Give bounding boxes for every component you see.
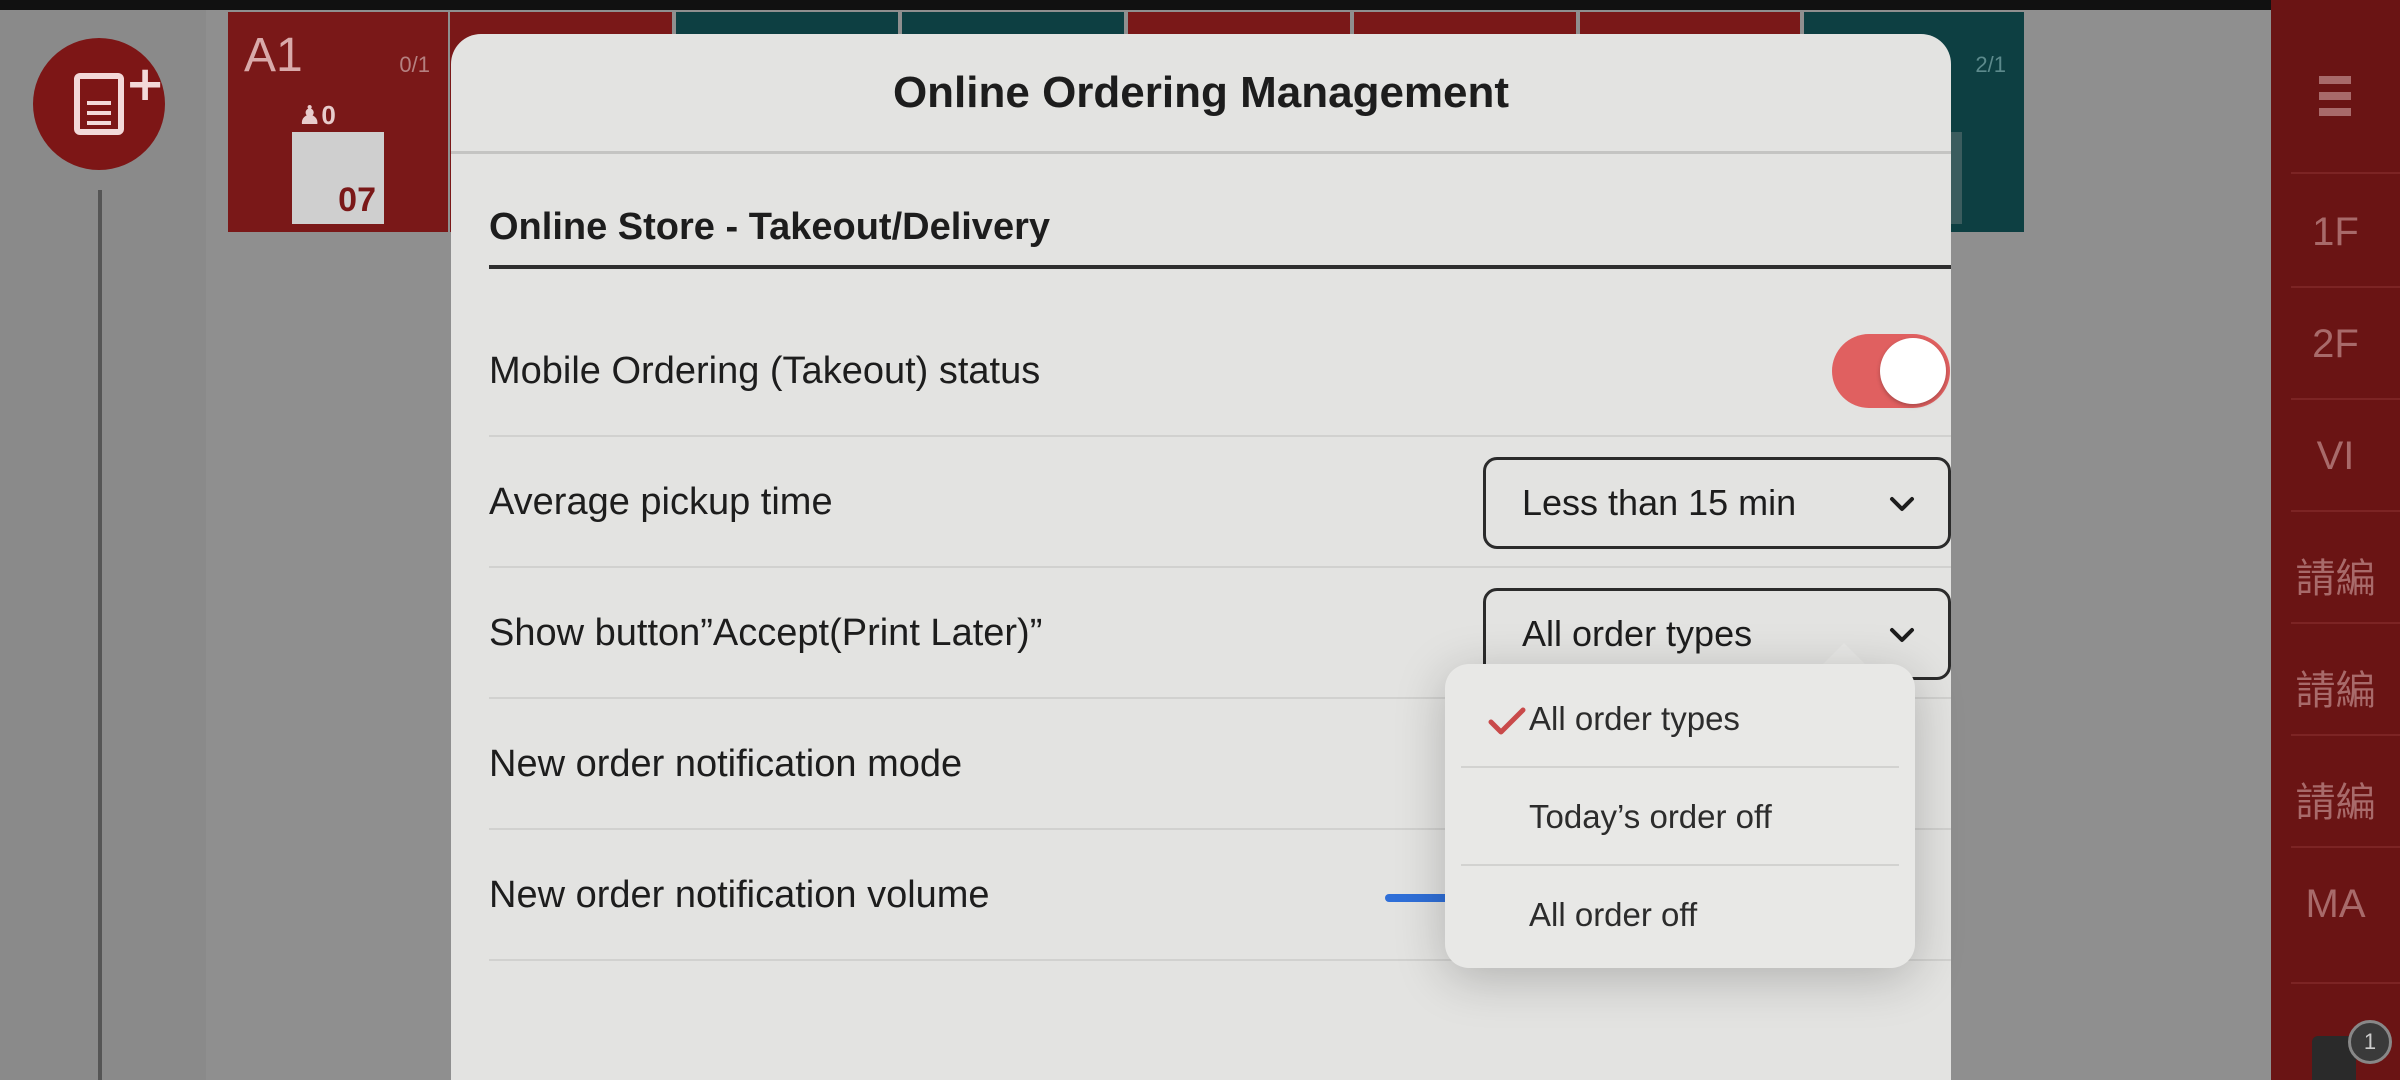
checkmark-icon [1488, 707, 1526, 735]
table-count: 0/1 [399, 52, 430, 77]
pickup-time-value: Less than 15 min [1522, 482, 1797, 523]
floor-tab[interactable]: 請編 [2271, 770, 2400, 828]
table-count: 2/1 [1975, 52, 2006, 77]
accept-print-later-label: Show button”Accept(Print Later)” [489, 612, 1043, 654]
section-title: Online Store - Takeout/Delivery [489, 206, 1051, 248]
chevron-down-icon [1890, 497, 1914, 511]
modal-header: Online Ordering Management [451, 34, 1951, 154]
left-panel-divider [98, 190, 102, 1080]
mobile-ordering-toggle[interactable] [1832, 334, 1950, 408]
order-type-popover: All order types Today’s order off All or… [1445, 664, 1915, 968]
popover-arrow [1822, 643, 1866, 665]
popover-option-all-order-types[interactable]: All order types [1461, 670, 1899, 768]
pickup-time-select[interactable]: Less than 15 min [1483, 457, 1951, 549]
mobile-ordering-label: Mobile Ordering (Takeout) status [489, 350, 1041, 392]
popover-option-label: Today’s order off [1529, 798, 1772, 835]
modal-title: Online Ordering Management [892, 67, 1510, 117]
popover-option-label: All order off [1529, 896, 1698, 933]
person-icon: ♟ [298, 100, 322, 130]
floor-tab[interactable]: 請編 [2271, 658, 2400, 716]
guest-count: ♟0 [298, 100, 336, 130]
table-name: A1 [244, 29, 303, 82]
table-tile-a1[interactable]: A1 0/1 ♟0 07 [228, 12, 448, 232]
order-card-number: 07 [338, 181, 376, 219]
floor-tab-ma[interactable]: MA [2271, 882, 2400, 927]
notification-badge: 1 [2348, 1020, 2392, 1064]
popover-option-label: All order types [1529, 700, 1740, 737]
popover-option-todays-order-off[interactable]: Today’s order off [1461, 768, 1899, 866]
floor-sidebar: 1F 2F VI 請編 請編 請編 MA [2271, 0, 2400, 1080]
menu-icon[interactable] [2319, 76, 2351, 132]
pickup-time-row: Average pickup time Less than 15 min [489, 437, 1951, 568]
notification-volume-label: New order notification volume [489, 874, 990, 916]
left-panel [0, 10, 206, 1080]
floor-tab-1f[interactable]: 1F [2271, 210, 2400, 255]
section-divider [489, 265, 1951, 269]
plus-icon: + [125, 56, 166, 112]
toggle-knob [1880, 338, 1946, 404]
new-order-button[interactable]: + [33, 38, 165, 170]
order-card: 07 [292, 132, 384, 224]
floor-tab[interactable]: 請編 [2271, 546, 2400, 604]
floor-tab-vi[interactable]: VI [2271, 434, 2400, 479]
floor-tab-2f[interactable]: 2F [2271, 322, 2400, 367]
mobile-ordering-row: Mobile Ordering (Takeout) status [489, 306, 1951, 437]
popover-option-all-order-off[interactable]: All order off [1461, 866, 1899, 964]
notification-mode-label: New order notification mode [489, 743, 963, 785]
chevron-down-icon [1890, 628, 1914, 642]
pickup-time-label: Average pickup time [489, 481, 833, 523]
new-document-icon [74, 73, 124, 135]
top-status-bar [0, 0, 2400, 10]
